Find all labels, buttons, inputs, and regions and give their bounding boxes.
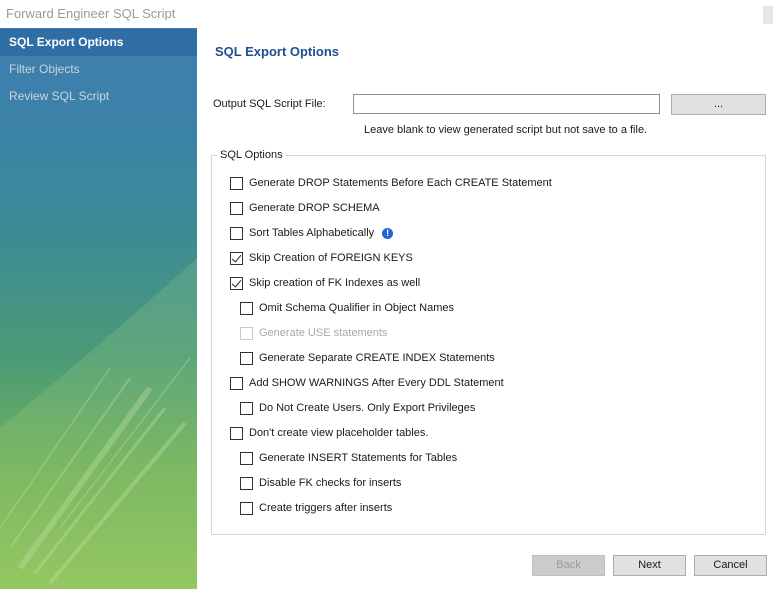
option-label: Do Not Create Users. Only Export Privile… xyxy=(259,402,476,414)
next-button[interactable]: Next xyxy=(613,555,686,576)
checkbox[interactable] xyxy=(240,476,253,490)
checkbox[interactable] xyxy=(240,451,253,465)
option-generate-drop-statements[interactable]: Generate DROP Statements Before Each CRE… xyxy=(230,175,552,191)
option-sort-tables[interactable]: Sort Tables Alphabetically ! xyxy=(230,225,394,241)
checkbox[interactable] xyxy=(230,226,243,240)
option-skip-foreign-keys[interactable]: Skip Creation of FOREIGN KEYS xyxy=(230,250,413,266)
option-generate-use-statements: Generate USE statements xyxy=(240,325,387,341)
option-label: Skip creation of FK Indexes as well xyxy=(249,277,421,289)
cancel-button[interactable]: Cancel xyxy=(694,555,767,576)
option-label: Generate DROP Statements Before Each CRE… xyxy=(249,177,552,189)
option-skip-fk-indexes[interactable]: Skip creation of FK Indexes as well xyxy=(230,275,420,291)
option-omit-schema-qualifier[interactable]: Omit Schema Qualifier in Object Names xyxy=(240,300,454,316)
option-no-create-users[interactable]: Do Not Create Users. Only Export Privile… xyxy=(240,400,475,416)
checkbox[interactable] xyxy=(240,501,253,515)
option-label: Sort Tables Alphabetically xyxy=(249,227,375,239)
checkbox[interactable] xyxy=(230,251,243,265)
option-create-triggers[interactable]: Create triggers after inserts xyxy=(240,500,392,516)
option-label: Generate INSERT Statements for Tables xyxy=(259,452,458,464)
sidebar-item-review-sql-script[interactable]: Review SQL Script xyxy=(0,83,197,110)
back-button: Back xyxy=(532,555,605,576)
wizard-sidebar: SQL Export Options Filter Objects Review… xyxy=(0,28,197,589)
option-label: Add SHOW WARNINGS After Every DDL Statem… xyxy=(249,377,504,389)
browse-button[interactable]: ... xyxy=(671,94,766,115)
option-label: Generate DROP SCHEMA xyxy=(249,202,380,214)
checkbox[interactable] xyxy=(230,176,243,190)
option-generate-insert-statements[interactable]: Generate INSERT Statements for Tables xyxy=(240,450,457,466)
checkbox[interactable] xyxy=(240,401,253,415)
output-file-input[interactable] xyxy=(353,94,660,114)
checkbox[interactable] xyxy=(240,301,253,315)
page-title: SQL Export Options xyxy=(215,44,339,59)
info-icon[interactable]: ! xyxy=(382,227,394,239)
option-label: Create triggers after inserts xyxy=(259,502,393,514)
checkbox[interactable] xyxy=(230,426,243,440)
sidebar-background-art xyxy=(0,258,197,589)
checkbox xyxy=(240,326,253,340)
checkbox[interactable] xyxy=(230,376,243,390)
output-file-hint: Leave blank to view generated script but… xyxy=(364,124,648,136)
option-label: Skip Creation of FOREIGN KEYS xyxy=(249,252,413,264)
window-control[interactable] xyxy=(763,6,773,24)
title-bar: Forward Engineer SQL Script xyxy=(0,0,773,28)
sql-options-group-title: SQL Options xyxy=(217,149,286,161)
option-show-warnings[interactable]: Add SHOW WARNINGS After Every DDL Statem… xyxy=(230,375,504,391)
main-panel: SQL Export Options Output SQL Script Fil… xyxy=(197,28,773,589)
output-file-label: Output SQL Script File: xyxy=(213,98,326,110)
option-no-view-placeholder[interactable]: Don't create view placeholder tables. xyxy=(230,425,428,441)
option-label: Omit Schema Qualifier in Object Names xyxy=(259,302,455,314)
window-title: Forward Engineer SQL Script xyxy=(6,6,176,21)
option-label: Disable FK checks for inserts xyxy=(259,477,402,489)
checkbox[interactable] xyxy=(230,276,243,290)
option-generate-drop-schema[interactable]: Generate DROP SCHEMA xyxy=(230,200,380,216)
sidebar-item-filter-objects[interactable]: Filter Objects xyxy=(0,56,197,83)
option-label: Generate USE statements xyxy=(259,327,388,339)
sidebar-item-sql-export-options[interactable]: SQL Export Options xyxy=(0,29,197,56)
checkbox[interactable] xyxy=(230,201,243,215)
option-separate-create-index[interactable]: Generate Separate CREATE INDEX Statement… xyxy=(240,350,495,366)
checkbox[interactable] xyxy=(240,351,253,365)
option-disable-fk-checks[interactable]: Disable FK checks for inserts xyxy=(240,475,401,491)
option-label: Don't create view placeholder tables. xyxy=(249,427,429,439)
option-label: Generate Separate CREATE INDEX Statement… xyxy=(259,352,495,364)
